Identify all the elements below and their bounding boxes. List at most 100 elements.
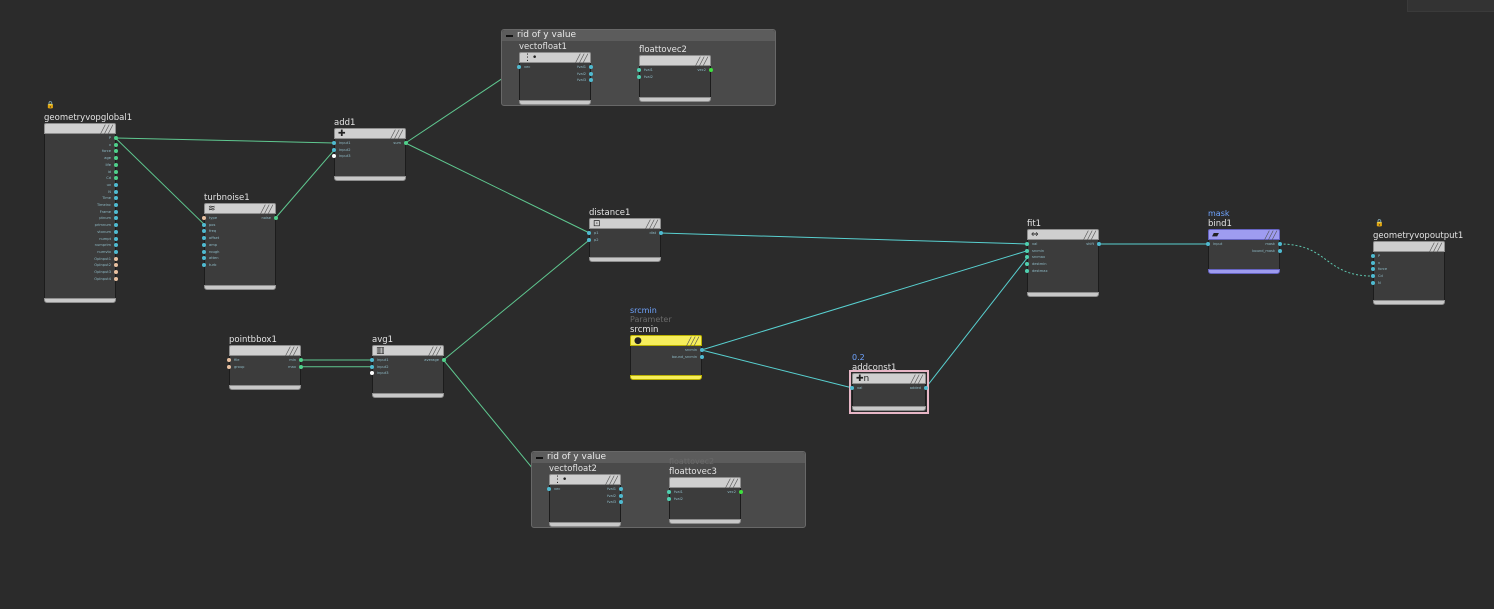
output-port[interactable]	[1097, 242, 1101, 246]
input-port[interactable]	[202, 256, 206, 261]
input-port[interactable]	[1371, 274, 1375, 279]
node-flags-icon[interactable]: ╱╱╱	[391, 130, 403, 139]
output-port[interactable]	[114, 209, 118, 214]
node-distance1[interactable]: distance1 ⊡ ╱╱╱ p1 p2 dist	[587, 208, 663, 262]
output-port[interactable]	[619, 493, 623, 498]
input-port[interactable]	[202, 262, 206, 267]
node-footer[interactable]	[669, 519, 741, 524]
node-flags-icon[interactable]: ╱╱╱	[911, 375, 923, 384]
node-header[interactable]: ╱╱╱	[1373, 241, 1445, 252]
node-flags-icon[interactable]: ╱╱╱	[1084, 231, 1096, 240]
input-port[interactable]	[587, 231, 591, 235]
input-port[interactable]	[1206, 242, 1210, 246]
input-port[interactable]	[202, 236, 206, 241]
output-port[interactable]	[114, 162, 118, 167]
node-footer[interactable]	[519, 100, 591, 105]
input-port[interactable]	[370, 364, 374, 369]
node-floattovec3[interactable]: floattovec3 floattovec2 ╱╱╱ fval1 fval2 vec2	[667, 457, 743, 524]
node-header[interactable]: ⊡ ╱╱╱	[589, 218, 661, 229]
output-port[interactable]	[114, 249, 118, 254]
node-avg1[interactable]: avg1 ▥ ╱╱╱ input1 input2 input3 average	[370, 335, 446, 398]
node-footer[interactable]	[1208, 269, 1280, 274]
input-port[interactable]	[202, 216, 206, 220]
input-port[interactable]	[667, 490, 671, 494]
output-port[interactable]	[274, 216, 278, 220]
node-flags-icon[interactable]: ╱╱╱	[101, 125, 113, 134]
output-port[interactable]	[114, 142, 118, 147]
node-header[interactable]: ╱╱╱	[639, 55, 711, 66]
input-port[interactable]	[517, 65, 521, 69]
input-port[interactable]	[1025, 262, 1029, 267]
output-port[interactable]	[442, 358, 446, 362]
node-footer[interactable]	[1027, 292, 1099, 297]
output-port[interactable]	[299, 358, 303, 362]
node-floattovec2[interactable]: floattovec2 ╱╱╱ fval1 fval2 vec2	[637, 45, 713, 102]
node-header[interactable]: ✚n ╱╱╱	[852, 373, 926, 384]
input-port[interactable]	[1371, 260, 1375, 265]
input-port[interactable]	[637, 74, 641, 79]
lock-icon[interactable]: 🔒	[1375, 219, 1384, 227]
input-port[interactable]	[332, 147, 336, 152]
input-port[interactable]	[1371, 267, 1375, 272]
input-port[interactable]	[850, 386, 854, 390]
output-port[interactable]	[619, 487, 623, 491]
input-port[interactable]	[370, 371, 374, 376]
output-port[interactable]	[659, 231, 663, 235]
node-footer[interactable]	[852, 406, 926, 411]
node-pointbbox1[interactable]: pointbbox1 ╱╱╱ file group min max	[227, 335, 303, 390]
output-port[interactable]	[1278, 242, 1282, 246]
node-geometryvopoutput1[interactable]: geometryvopoutput1 🔒 ╱╱╱ Pv force Cd N	[1371, 219, 1463, 305]
node-header[interactable]: ≋ ╱╱╱	[204, 203, 276, 214]
node-flags-icon[interactable]: ╱╱╱	[696, 57, 708, 66]
node-footer[interactable]	[372, 393, 444, 398]
output-port[interactable]	[114, 169, 118, 174]
node-flags-icon[interactable]: ╱╱╱	[429, 347, 441, 356]
input-port[interactable]	[1025, 255, 1029, 260]
node-header[interactable]: ✚ ╱╱╱	[334, 128, 406, 139]
output-port[interactable]	[114, 236, 118, 241]
minimize-icon[interactable]	[506, 34, 513, 37]
input-port[interactable]	[202, 249, 206, 254]
node-fit1[interactable]: fit1 ⇔ ╱╱╱ val srcmin srcmax destmin destmax shi…	[1025, 219, 1101, 297]
output-port[interactable]	[700, 354, 704, 359]
node-footer[interactable]	[589, 257, 661, 262]
node-bind1[interactable]: bind1 mask ▰ ╱╱╱ input mask bound_mask	[1206, 209, 1282, 274]
node-flags-icon[interactable]: ╱╱╱	[1430, 243, 1442, 252]
node-footer[interactable]	[1373, 300, 1445, 305]
node-flags-icon[interactable]: ╱╱╱	[286, 347, 298, 356]
output-port[interactable]	[700, 348, 704, 352]
lock-icon[interactable]: 🔒	[46, 101, 55, 109]
node-header[interactable]: ▥ ╱╱╱	[372, 345, 444, 356]
input-port[interactable]	[547, 487, 551, 491]
input-port[interactable]	[1025, 242, 1029, 246]
node-footer[interactable]	[334, 176, 406, 181]
output-port[interactable]	[589, 71, 593, 76]
node-flags-icon[interactable]: ╱╱╱	[646, 220, 658, 229]
output-port[interactable]	[114, 229, 118, 234]
node-addconst1[interactable]: addconst1 0.2 ✚n ╱╱╱ val added	[849, 353, 929, 414]
node-footer[interactable]	[630, 375, 702, 380]
output-port[interactable]	[709, 68, 713, 72]
node-turbnoise1[interactable]: turbnoise1 ≋ ╱╱╱ type pos freq offset amp rough a…	[202, 193, 278, 290]
input-port[interactable]	[1371, 254, 1375, 258]
node-flags-icon[interactable]: ╱╱╱	[261, 205, 273, 214]
output-port[interactable]	[739, 490, 743, 494]
minimize-icon[interactable]	[536, 456, 543, 459]
input-port[interactable]	[332, 154, 336, 159]
node-header[interactable]: ⇔ ╱╱╱	[1027, 229, 1099, 240]
input-port[interactable]	[332, 141, 336, 145]
output-port[interactable]	[114, 276, 118, 281]
node-header[interactable]: ⋮• ╱╱╱	[519, 52, 591, 63]
input-port[interactable]	[667, 496, 671, 501]
node-header[interactable]: ▰ ╱╱╱	[1208, 229, 1280, 240]
node-footer[interactable]	[229, 385, 301, 390]
input-port[interactable]	[1371, 280, 1375, 285]
node-footer[interactable]	[549, 522, 621, 527]
input-port[interactable]	[202, 229, 206, 234]
output-port[interactable]	[299, 364, 303, 369]
node-vectofloat2[interactable]: vectofloat2 ⋮• ╱╱╱ vec fval1 fval2 fval3	[547, 464, 623, 527]
output-port[interactable]	[114, 182, 118, 187]
node-header[interactable]: ╱╱╱	[669, 477, 741, 488]
node-srcmin[interactable]: srcmin srcmin Parameter ● ╱╱╱ srcmin bound_src…	[630, 306, 704, 380]
output-port[interactable]	[114, 270, 118, 274]
